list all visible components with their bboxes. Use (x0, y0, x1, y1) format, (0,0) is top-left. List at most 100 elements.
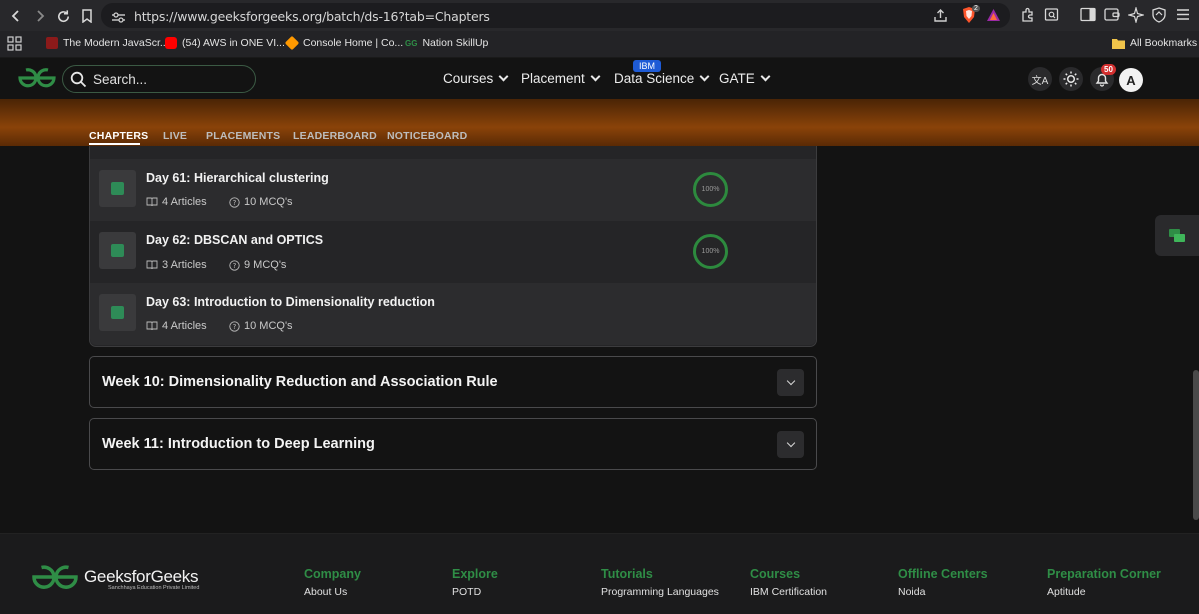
footer-link-potd[interactable]: POTD (452, 586, 481, 598)
chevron-down-icon (699, 71, 710, 82)
share-icon[interactable] (933, 8, 948, 28)
chapter-thumbnail-icon (99, 232, 136, 269)
youtube-icon (165, 37, 177, 49)
translate-glyph: 文A (1031, 75, 1049, 87)
footer-brand-sub: Sanchhaya Education Private Limited (108, 585, 200, 591)
bookmark-label: The Modern JavaScr... (63, 37, 169, 49)
nav-placement[interactable]: Placement (521, 71, 601, 86)
theme-toggle-icon[interactable] (1059, 67, 1083, 91)
bookmark-item-modern-js[interactable]: The Modern JavaScr... (46, 37, 169, 49)
tab-leaderboard[interactable]: LEADERBOARD (293, 130, 377, 142)
mcq-count: ? 10 MCQ's (229, 196, 293, 208)
tab-live[interactable]: LIVE (163, 130, 187, 142)
ibm-badge: IBM (633, 60, 662, 72)
extensions-icon[interactable] (1020, 7, 1036, 28)
bookmark-label: Console Home | Co... (303, 37, 404, 49)
expand-button[interactable] (777, 431, 804, 458)
bookmark-item-aws-console[interactable]: Console Home | Co... (284, 35, 404, 51)
bookmark-label: Nation SkillUp (422, 37, 489, 49)
footer-gfg-logo-icon (31, 564, 79, 595)
footer-heading-tutorials: Tutorials (601, 567, 653, 581)
wallet-icon[interactable] (1104, 7, 1120, 27)
list-item-day-62[interactable]: Day 62: DBSCAN and OPTICS 3 Articles ? 9… (90, 221, 816, 283)
svg-text:?: ? (233, 323, 237, 331)
articles-count: 4 Articles (146, 320, 207, 332)
footer-heading-preparation-corner: Preparation Corner (1047, 567, 1161, 581)
week-title: Week 10: Dimensionality Reduction and As… (102, 374, 498, 390)
nav-label: Data Science (614, 71, 695, 86)
articles-label: 4 Articles (162, 196, 207, 208)
forward-icon[interactable] (30, 6, 50, 26)
week-11-card[interactable]: Week 11: Introduction to Deep Learning (89, 418, 817, 470)
bookmark-favicon-icon (46, 37, 58, 49)
tab-chapters[interactable]: CHAPTERS (89, 130, 148, 142)
chat-button[interactable] (1155, 215, 1199, 256)
mcq-count: ? 10 MCQ's (229, 320, 293, 332)
footer-link-aptitude[interactable]: Aptitude (1047, 586, 1086, 598)
bookmark-label: (54) AWS in ONE VI... (182, 37, 285, 49)
footer-link-ibm-certification[interactable]: IBM Certification (750, 586, 827, 598)
footer-link-noida[interactable]: Noida (898, 586, 925, 598)
bookmark-item-aws-video[interactable]: (54) AWS in ONE VI... (165, 37, 285, 49)
nav-data-science[interactable]: Data Science (614, 71, 710, 86)
chevron-down-icon (786, 376, 795, 386)
day-title: Day 62: DBSCAN and OPTICS (146, 233, 324, 247)
vpn-icon[interactable] (1152, 7, 1166, 28)
page-scrollbar[interactable] (1193, 370, 1199, 520)
menu-icon[interactable] (1176, 8, 1190, 26)
articles-label: 3 Articles (162, 259, 207, 271)
leo-ai-icon[interactable] (1126, 5, 1146, 28)
search-placeholder: Search... (93, 72, 148, 87)
tab-placements[interactable]: PLACEMENTS (206, 130, 280, 142)
footer-heading-company: Company (304, 567, 361, 581)
reader-mode-icon[interactable] (1044, 7, 1059, 27)
list-item-day-61[interactable]: Day 61: Hierarchical clustering 4 Articl… (90, 159, 816, 221)
back-icon[interactable] (6, 6, 26, 26)
site-info-icon[interactable] (112, 10, 125, 28)
mcq-label: 9 MCQ's (244, 259, 287, 271)
browser-toolbar: https://www.geeksforgeeks.org/batch/ds-1… (0, 0, 1199, 31)
footer-link-about-us[interactable]: About Us (304, 586, 347, 598)
nav-label: Courses (443, 71, 494, 86)
svg-text:?: ? (233, 199, 237, 207)
nav-label: GATE (719, 71, 755, 86)
brave-rewards-icon[interactable] (986, 8, 1001, 27)
articles-count: 3 Articles (146, 259, 207, 271)
gfg-logo-icon[interactable] (17, 67, 57, 94)
all-bookmarks-folder[interactable]: All Bookmarks (1112, 37, 1197, 49)
folder-icon (1112, 38, 1125, 49)
bookmark-item-nation-skillup[interactable]: GG Nation SkillUp (405, 37, 488, 49)
shield-badge: 2 (972, 5, 980, 12)
question-icon: ? (229, 320, 240, 332)
chevron-down-icon (590, 71, 601, 82)
sidebar-icon[interactable] (1080, 7, 1096, 27)
nav-courses[interactable]: Courses (443, 71, 509, 86)
search-icon (70, 71, 87, 88)
active-tab-indicator (89, 143, 140, 145)
url-text: https://www.geeksforgeeks.org/batch/ds-1… (134, 9, 490, 24)
apps-grid-icon[interactable] (7, 36, 22, 56)
day-title: Day 63: Introduction to Dimensionality r… (146, 295, 435, 309)
day-title: Day 61: Hierarchical clustering (146, 171, 329, 185)
mcq-label: 10 MCQ's (244, 320, 293, 332)
footer-link-programming-languages[interactable]: Programming Languages (601, 586, 719, 598)
address-bar[interactable]: https://www.geeksforgeeks.org/batch/ds-1… (101, 3, 1010, 28)
chapter-thumbnail-icon (99, 294, 136, 331)
reload-icon[interactable] (53, 6, 73, 26)
list-item-day-63[interactable]: Day 63: Introduction to Dimensionality r… (90, 283, 816, 345)
svg-text:?: ? (233, 262, 237, 270)
search-box[interactable]: Search... (62, 65, 256, 93)
translate-icon[interactable]: 文A (1028, 67, 1052, 91)
expand-button[interactable] (777, 369, 804, 396)
gfg-favicon-icon: GG (405, 38, 418, 48)
nav-gate[interactable]: GATE (719, 71, 771, 86)
chat-icon (1169, 228, 1185, 242)
bookmark-icon[interactable] (77, 6, 97, 26)
mcq-label: 10 MCQ's (244, 196, 293, 208)
chapter-thumbnail-icon (99, 170, 136, 207)
chevron-down-icon (760, 71, 771, 82)
footer-heading-explore: Explore (452, 567, 498, 581)
week-10-card[interactable]: Week 10: Dimensionality Reduction and As… (89, 356, 817, 408)
avatar[interactable]: A (1119, 68, 1143, 92)
tab-noticeboard[interactable]: NOTICEBOARD (387, 130, 467, 142)
